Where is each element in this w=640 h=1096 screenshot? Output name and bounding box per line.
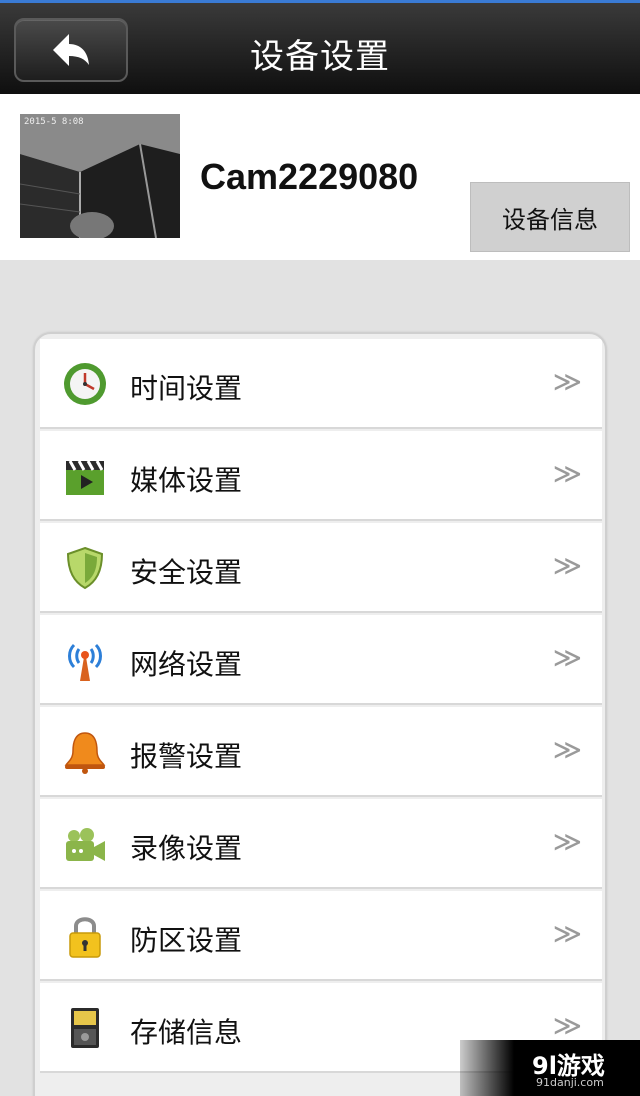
wireless-antenna-icon — [68, 643, 102, 681]
watermark-site: 91danji.com — [536, 1076, 604, 1089]
video-camera-icon — [66, 828, 105, 861]
chevron-right-icon: ≫ — [552, 825, 582, 858]
menu-item-label: 时间设置 — [130, 372, 243, 405]
padlock-icon — [69, 917, 101, 958]
device-header: 2015-5 8:08 Cam2229080 设备信息 — [0, 94, 640, 260]
menu-item-alarm-settings[interactable]: 报警设置 ≫ — [40, 707, 602, 797]
clapperboard-icon — [66, 460, 104, 495]
menu-item-label: 录像设置 — [130, 832, 243, 865]
camera-thumbnail[interactable]: 2015-5 8:08 — [20, 114, 180, 238]
chevron-right-icon: ≫ — [552, 457, 582, 490]
menu-item-label: 报警设置 — [130, 740, 243, 773]
menu-item-recording-settings[interactable]: 录像设置 ≫ — [40, 799, 602, 889]
bell-icon — [64, 732, 106, 774]
chevron-right-icon: ≫ — [552, 917, 582, 950]
device-info-button[interactable]: 设备信息 — [470, 182, 630, 252]
chevron-right-icon: ≫ — [552, 1009, 582, 1042]
chevron-right-icon: ≫ — [552, 641, 582, 674]
menu-item-security-settings[interactable]: 安全设置 ≫ — [40, 523, 602, 613]
menu-item-label: 安全设置 — [130, 556, 243, 589]
site-watermark: 9l游戏 91danji.com — [460, 1040, 640, 1096]
camera-snapshot-image — [20, 114, 180, 238]
menu-item-time-settings[interactable]: 时间设置 ≫ — [40, 339, 602, 429]
menu-item-label: 网络设置 — [130, 648, 243, 681]
chevron-right-icon: ≫ — [552, 549, 582, 582]
menu-item-network-settings[interactable]: 网络设置 ≫ — [40, 615, 602, 705]
settings-menu: 时间设置 ≫ 媒体设置 ≫ 安全设置 ≫ 网络设置 ≫ 报警设置 ≫ 录像设置 … — [33, 332, 607, 1096]
menu-item-label: 防区设置 — [130, 924, 243, 957]
device-name: Cam2229080 — [200, 156, 419, 197]
menu-item-label: 存储信息 — [130, 1016, 243, 1049]
menu-item-media-settings[interactable]: 媒体设置 ≫ — [40, 431, 602, 521]
storage-card-icon — [71, 1008, 99, 1048]
menu-item-label: 媒体设置 — [130, 464, 243, 497]
thumbnail-timestamp: 2015-5 8:08 — [24, 117, 84, 127]
clock-icon — [64, 363, 106, 405]
chevron-right-icon: ≫ — [552, 365, 582, 398]
shield-icon — [66, 546, 104, 590]
top-bar: 设备设置 — [0, 0, 640, 94]
page-title: 设备设置 — [250, 37, 390, 77]
chevron-right-icon: ≫ — [552, 733, 582, 766]
menu-item-zone-settings[interactable]: 防区设置 ≫ — [40, 891, 602, 981]
